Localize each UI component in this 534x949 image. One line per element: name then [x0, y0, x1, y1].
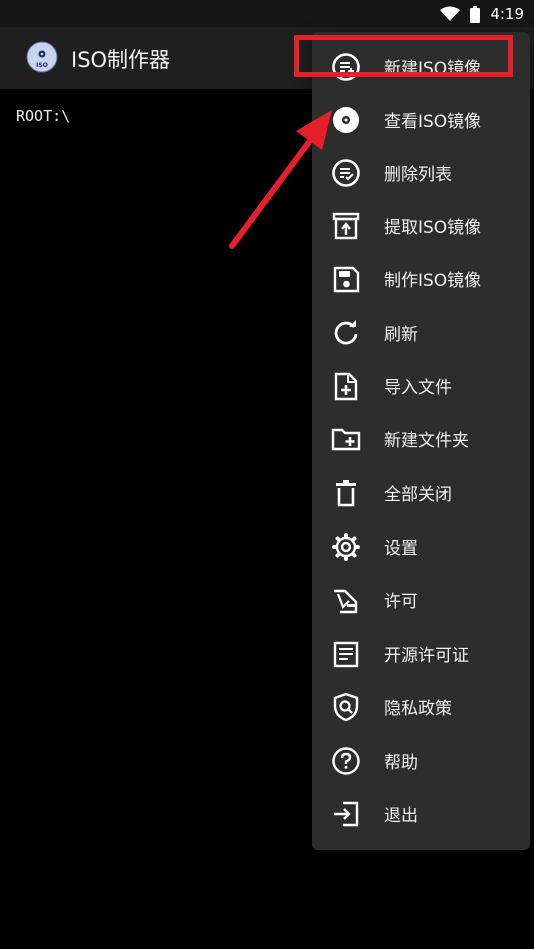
save-icon	[330, 263, 362, 295]
menu-item-help[interactable]: 帮助	[312, 734, 530, 787]
menu-item-settings[interactable]: 设置	[312, 520, 530, 573]
annotation-highlight-box	[294, 35, 513, 77]
app-title: ISO制作器	[71, 48, 171, 72]
menu-item-label: 提取ISO镜像	[384, 218, 482, 238]
refresh-icon	[330, 317, 362, 349]
menu-item-license[interactable]: 许可	[312, 573, 530, 626]
menu-item-import-file[interactable]: 导入文件	[312, 359, 530, 412]
shield-icon	[330, 691, 362, 723]
menu-item-label: 设置	[384, 539, 418, 559]
extract-icon	[330, 210, 362, 242]
menu-item-label: 删除列表	[384, 165, 452, 185]
menu-item-open-source-license[interactable]: 开源许可证	[312, 627, 530, 680]
overflow-menu: 新建ISO镜像 查看ISO镜像 删除列表 提取ISO镜像 制作ISO镜像 刷新	[312, 32, 530, 850]
menu-item-label: 许可	[384, 592, 418, 612]
menu-item-label: 开源许可证	[384, 646, 469, 666]
menu-item-label: 导入文件	[384, 378, 452, 398]
help-icon	[330, 745, 362, 777]
menu-item-label: 隐私政策	[384, 699, 452, 719]
menu-item-refresh[interactable]: 刷新	[312, 306, 530, 359]
menu-item-exit[interactable]: 退出	[312, 787, 530, 840]
menu-item-extract-iso[interactable]: 提取ISO镜像	[312, 199, 530, 252]
import-file-icon	[330, 370, 362, 402]
menu-item-label: 全部关闭	[384, 485, 452, 505]
battery-icon	[470, 5, 481, 23]
app-logo-icon: ISO	[26, 41, 58, 73]
status-time: 4:19	[490, 5, 524, 23]
disc-icon	[330, 104, 362, 136]
menu-item-new-folder[interactable]: 新建文件夹	[312, 412, 530, 465]
license-icon	[330, 584, 362, 616]
menu-item-view-iso[interactable]: 查看ISO镜像	[312, 93, 530, 146]
delete-list-icon	[330, 157, 362, 189]
gear-icon	[330, 531, 362, 563]
svg-text:ISO: ISO	[36, 62, 48, 69]
menu-item-make-iso[interactable]: 制作ISO镜像	[312, 252, 530, 305]
menu-item-delete-list[interactable]: 删除列表	[312, 146, 530, 199]
new-folder-icon	[330, 423, 362, 455]
menu-item-label: 新建文件夹	[384, 431, 469, 451]
menu-item-privacy-policy[interactable]: 隐私政策	[312, 680, 530, 733]
menu-item-label: 帮助	[384, 753, 418, 773]
wifi-icon	[440, 6, 461, 21]
menu-item-label: 查看ISO镜像	[384, 112, 482, 132]
menu-item-label: 制作ISO镜像	[384, 271, 482, 291]
menu-item-label: 刷新	[384, 325, 418, 345]
status-bar: 4:19	[0, 0, 534, 27]
root-path: ROOT:\	[16, 107, 71, 125]
document-icon	[330, 638, 362, 670]
trash-icon	[330, 477, 362, 509]
exit-icon	[330, 798, 362, 830]
menu-item-close-all[interactable]: 全部关闭	[312, 466, 530, 519]
menu-item-label: 退出	[384, 806, 418, 826]
